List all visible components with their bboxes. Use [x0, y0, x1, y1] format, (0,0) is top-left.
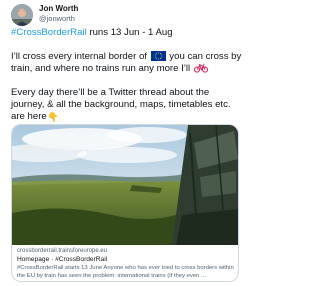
tweet-text: you can cross by — [166, 51, 242, 62]
tweet-line-4: Every day there’ll be a Twitter thread a… — [11, 87, 209, 99]
tweet-text: runs 13 Jun - 1 Aug — [86, 27, 173, 38]
tweet-text: journey, & all the background, maps, tim… — [11, 99, 231, 110]
card-image[interactable] — [12, 125, 238, 245]
card-domain: crossborderrail.trainsforeurope.eu — [17, 248, 108, 254]
tweet-line-5: journey, & all the background, maps, tim… — [11, 99, 231, 111]
tweet-line-6: are here👇 — [11, 111, 59, 123]
hashtag-link[interactable]: #CrossBorderRail — [11, 27, 87, 38]
bicycle-icon — [193, 63, 208, 73]
tweet-line-3: train, and where no trains run any more … — [11, 63, 208, 75]
backhand-index-pointing-down-icon: 👇 — [47, 112, 59, 122]
card-title[interactable]: Homepage · #CrossBorderRail — [17, 255, 107, 264]
tweet[interactable]: Jon Worth @jonworth #CrossBorderRail run… — [0, 0, 250, 286]
tweet-text: Every day there’ll be a Twitter thread a… — [11, 87, 210, 98]
card-description: #CrossBorderRail starts 13 June Anyone w… — [17, 265, 234, 280]
author-name[interactable]: Jon Worth — [39, 4, 78, 14]
tweet-text: I’ll cross every internal border of — [11, 51, 150, 62]
tweet-text: train, and where no trains run any more … — [11, 63, 193, 74]
eu-flag-icon — [150, 51, 166, 61]
author-handle[interactable]: @jonworth — [39, 14, 75, 24]
avatar[interactable] — [11, 4, 33, 26]
tweet-line-1: #CrossBorderRail runs 13 Jun - 1 Aug — [11, 27, 173, 39]
tweet-text: are here — [11, 111, 47, 122]
avatar-image — [11, 4, 33, 26]
tweet-line-2: I’ll cross every internal border of you … — [11, 51, 241, 63]
link-preview-card[interactable]: crossborderrail.trainsforeurope.eu Homep… — [11, 124, 239, 282]
